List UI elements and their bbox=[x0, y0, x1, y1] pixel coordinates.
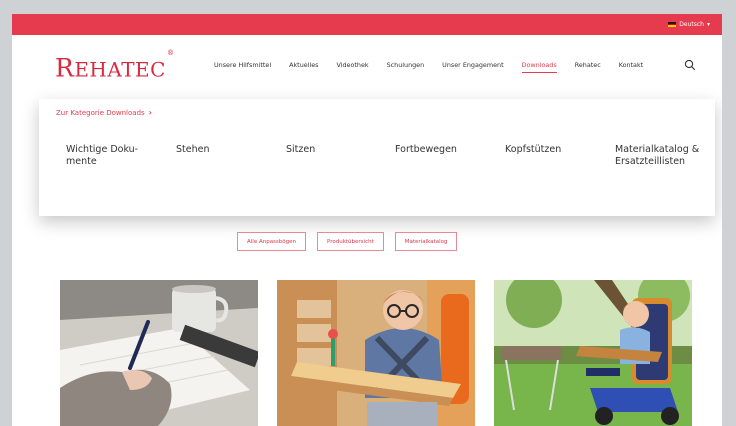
language-label: Deutsch bbox=[679, 21, 704, 28]
category-downloads-link[interactable]: Zur Kategorie Downloads › bbox=[56, 108, 152, 117]
mega-item-wichtige-dokumente[interactable]: Wichtige Doku- mente bbox=[66, 144, 166, 168]
download-card-image-child-seating[interactable] bbox=[277, 280, 475, 426]
nav-rehatec[interactable]: Rehatec bbox=[575, 59, 601, 71]
child-seating-photo bbox=[277, 280, 475, 426]
main-nav: Unsere Hilfsmittel Aktuelles Videothek S… bbox=[214, 58, 661, 73]
nav-unsere-hilfsmittel[interactable]: Unsere Hilfsmittel bbox=[214, 59, 271, 71]
filter-alle-anpassboegen[interactable]: Alle Anpassbögen bbox=[237, 232, 307, 251]
nav-videothek[interactable]: Videothek bbox=[336, 59, 368, 71]
category-link-label: Zur Kategorie Downloads bbox=[56, 108, 145, 117]
logo-registered-mark: ® bbox=[166, 49, 175, 57]
mega-item-fortbewegen[interactable]: Fortbewegen bbox=[395, 144, 457, 156]
browser-page: Deutsch ▾ REHATEC® Unsere Hilfsmittel Ak… bbox=[12, 14, 722, 426]
rehatec-logo[interactable]: REHATEC® bbox=[55, 49, 175, 84]
download-card-image-child-outdoor[interactable] bbox=[494, 280, 692, 426]
german-flag-icon bbox=[668, 22, 677, 28]
chevron-down-icon: ▾ bbox=[706, 21, 710, 28]
nav-unser-engagement[interactable]: Unser Engagement bbox=[442, 59, 503, 71]
mega-item-kopfstuetzen[interactable]: Kopfstützen bbox=[505, 144, 561, 156]
mega-item-sitzen[interactable]: Sitzen bbox=[286, 144, 315, 156]
filter-materialkatalog[interactable]: Materialkatalog bbox=[394, 232, 458, 251]
language-switcher[interactable]: Deutsch ▾ bbox=[668, 19, 710, 30]
search-icon[interactable] bbox=[684, 59, 696, 71]
child-outdoor-photo bbox=[494, 280, 692, 426]
chevron-right-icon: › bbox=[148, 108, 152, 117]
top-bar: Deutsch ▾ bbox=[12, 14, 722, 35]
nav-schulungen[interactable]: Schulungen bbox=[387, 59, 425, 71]
logo-letter-r: R bbox=[55, 53, 75, 83]
filter-produktuebersicht[interactable]: Produktübersicht bbox=[317, 232, 384, 251]
logo-text: EHATEC bbox=[74, 57, 166, 82]
download-card-image-writing[interactable] bbox=[60, 280, 258, 426]
nav-aktuelles[interactable]: Aktuelles bbox=[289, 59, 318, 71]
nav-kontakt[interactable]: Kontakt bbox=[619, 59, 643, 71]
mega-item-materialkatalog[interactable]: Materialkatalog & Ersatzteillisten bbox=[615, 144, 711, 168]
nav-downloads[interactable]: Downloads bbox=[521, 59, 557, 73]
writing-photo bbox=[60, 280, 258, 426]
filter-buttons: Alle Anpassbögen Produktübersicht Materi… bbox=[237, 232, 458, 251]
mega-item-stehen[interactable]: Stehen bbox=[176, 144, 210, 156]
downloads-mega-menu: Zur Kategorie Downloads › Wichtige Doku-… bbox=[39, 99, 715, 216]
